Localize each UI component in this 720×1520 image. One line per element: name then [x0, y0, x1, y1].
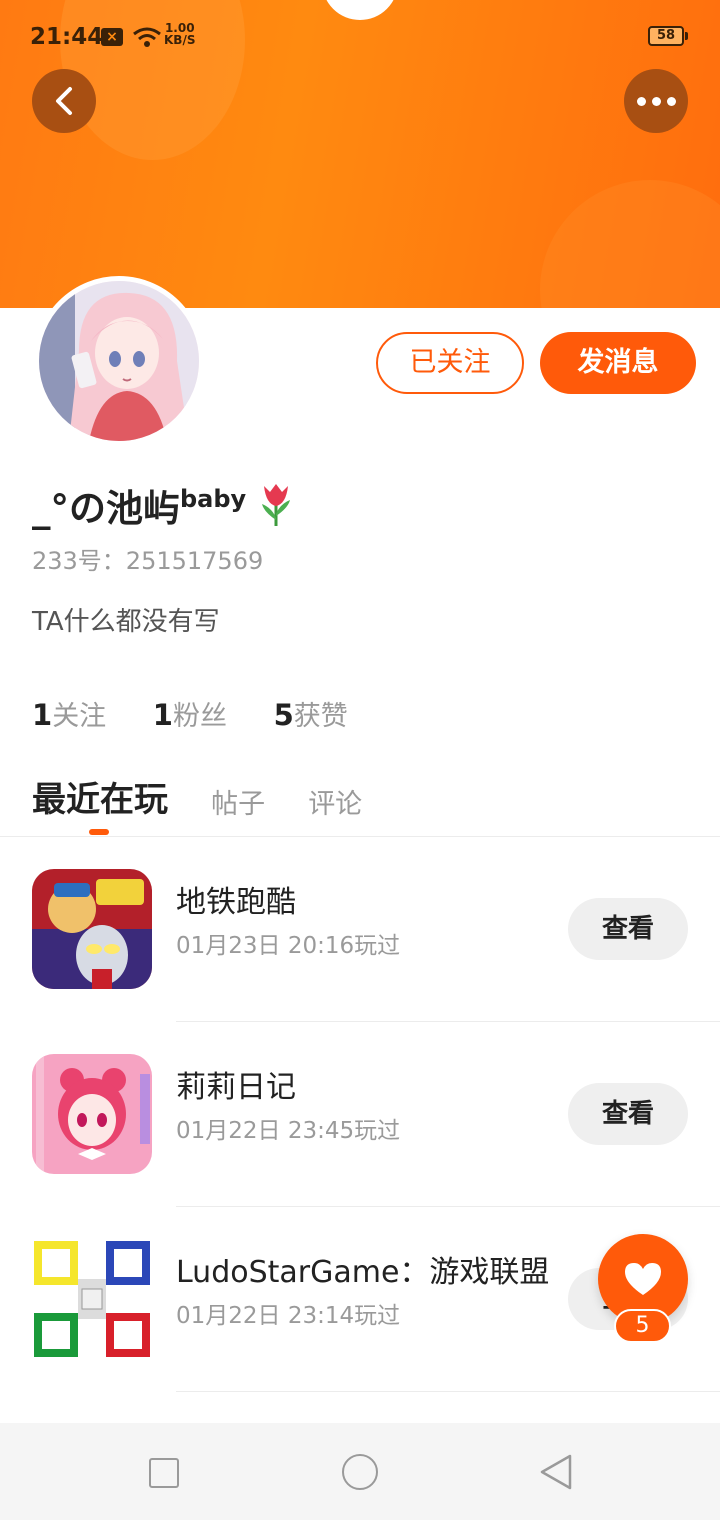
stat-count: 5: [273, 698, 294, 732]
stat-likes[interactable]: 5获赞: [274, 694, 348, 733]
back-button[interactable]: [32, 69, 96, 133]
stat-label: 粉丝: [172, 701, 227, 732]
view-button[interactable]: 查看: [568, 1083, 688, 1145]
stat-followers[interactable]: 1粉丝: [153, 694, 227, 733]
home-icon[interactable]: [342, 1454, 378, 1490]
recent-apps-icon[interactable]: [149, 1458, 179, 1488]
heart-icon: [625, 1263, 661, 1295]
tab-recently-played[interactable]: 最近在玩: [32, 772, 168, 821]
followed-button[interactable]: 已关注: [376, 332, 524, 394]
profile-tabs: 最近在玩 帖子 评论: [32, 772, 400, 822]
more-options-button[interactable]: [624, 69, 688, 133]
notification-icon: ×: [101, 28, 123, 46]
network-speed: 1.00 KB/S: [164, 22, 195, 46]
status-bar: 21:44 × 1.00 KB/S 58: [0, 20, 720, 54]
wifi-icon: [133, 27, 161, 47]
more-dots-icon-dot: [651, 96, 661, 106]
game-icon-lily-diary: [32, 1054, 152, 1174]
stat-count: 1: [152, 698, 173, 732]
game-played-time: 01月22日 23:45玩过: [176, 1118, 401, 1144]
chevron-left-icon: [56, 87, 72, 115]
header-decoration: [540, 180, 720, 308]
username: _°の池屿baby: [32, 478, 246, 532]
stat-count: 1: [32, 698, 53, 732]
stat-label: 获赞: [293, 701, 348, 732]
battery-icon: [685, 32, 688, 40]
stat-following[interactable]: 1关注: [32, 694, 106, 733]
bio: TA什么都没有写: [32, 607, 220, 637]
system-navigation-bar: [0, 1423, 720, 1520]
game-played-time: 01月23日 20:16玩过: [176, 933, 401, 959]
network-speed-unit: KB/S: [164, 33, 196, 47]
tulip-icon: [262, 484, 290, 526]
tab-posts[interactable]: 帖子: [211, 782, 265, 821]
list-item[interactable]: 地铁跑酷 01月23日 20:16玩过 查看: [0, 837, 720, 1022]
game-played-time: 01月22日 23:14玩过: [176, 1303, 401, 1329]
game-name: 莉莉日记: [176, 1070, 296, 1105]
user-id: 233号：251517569: [32, 547, 264, 575]
game-name: 地铁跑酷: [176, 885, 296, 920]
tab-comments[interactable]: 评论: [308, 782, 362, 821]
game-icon-subway-surfers: [32, 869, 152, 989]
camera-notch: [322, 0, 398, 20]
stat-label: 关注: [52, 701, 107, 732]
username-superscript: baby: [180, 485, 247, 513]
active-tab-indicator: [89, 829, 109, 835]
game-name: LudoStarGame：游戏联盟: [176, 1255, 550, 1290]
like-count-badge: 5: [614, 1309, 671, 1343]
battery-level: 58: [648, 26, 684, 46]
profile-stats: 1关注 1粉丝 5获赞: [32, 694, 386, 733]
divider: [176, 1391, 720, 1392]
more-dots-icon: [636, 96, 646, 106]
username-text: _°の池屿: [32, 487, 180, 530]
view-button[interactable]: 查看: [568, 898, 688, 960]
send-message-button[interactable]: 发消息: [540, 332, 696, 394]
status-time: 21:44: [30, 24, 104, 50]
avatar[interactable]: [34, 276, 204, 446]
back-triangle-icon[interactable]: [538, 1453, 574, 1491]
game-icon-ludo-star: [32, 1239, 152, 1359]
avatar-illustration: [39, 281, 199, 441]
more-dots-icon-dot: [666, 96, 676, 106]
list-item[interactable]: 莉莉日记 01月22日 23:45玩过 查看: [0, 1022, 720, 1207]
